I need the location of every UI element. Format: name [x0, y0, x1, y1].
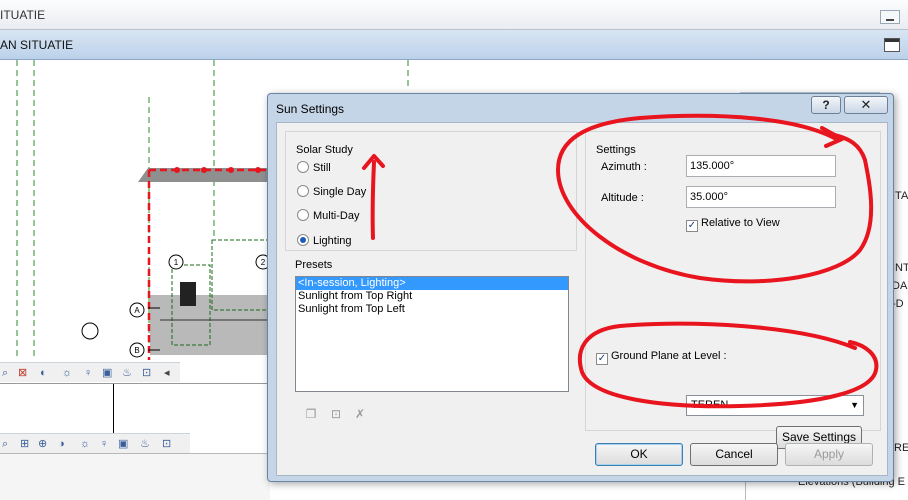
- radio-multi-day[interactable]: Multi-Day: [297, 208, 359, 224]
- solar-study-label: Solar Study: [296, 144, 353, 156]
- duplicate-preset-icon[interactable]: ❐: [303, 406, 319, 422]
- altitude-label: Altitude :: [601, 192, 644, 204]
- dialog-title: Sun Settings: [276, 102, 345, 116]
- solar-study-group: Solar Study Still Single Day Multi-Day L…: [285, 131, 577, 251]
- relative-to-view-check-icon[interactable]: ✓: [686, 220, 698, 232]
- render-icon[interactable]: ▣: [102, 367, 112, 379]
- ok-button[interactable]: OK: [595, 443, 683, 466]
- azimuth-input[interactable]: 135.000°: [686, 155, 836, 177]
- scroll-left-icon[interactable]: ◂: [164, 367, 170, 379]
- preset-sunlight-top-right[interactable]: Sunlight from Top Right: [296, 290, 568, 303]
- zoom-icon[interactable]: ⌕: [2, 438, 8, 450]
- chevron-down-icon[interactable]: ▼: [850, 396, 859, 415]
- cancel-button[interactable]: Cancel: [690, 443, 778, 466]
- maximize-view-button[interactable]: [884, 38, 900, 52]
- radio-single-day[interactable]: Single Day: [297, 184, 366, 200]
- grid-label-1: 1: [174, 258, 179, 267]
- right-edge-text-3: DAF: [892, 280, 908, 292]
- shadow-icon[interactable]: ◑: [58, 438, 65, 450]
- right-edge-text-1: ITA: [892, 190, 908, 202]
- ground-plane-checkbox[interactable]: ✓ Ground Plane at Level :: [596, 350, 727, 365]
- view-divider: [113, 384, 114, 434]
- grid-label-2: 2: [261, 258, 266, 267]
- radio-lighting-dot[interactable]: [297, 234, 309, 246]
- view-control-bar: ⌕ ⊠ ◐ ☼ ♀ ▣ ♨ ⊡ ◂: [0, 362, 180, 382]
- relative-to-view-label: Relative to View: [701, 217, 780, 229]
- radio-single-day-label: Single Day: [313, 186, 367, 198]
- reveal-hidden-icon[interactable]: ⊡: [162, 438, 171, 450]
- azimuth-label: Azimuth :: [601, 161, 647, 173]
- sun-path-icon[interactable]: ☼: [80, 438, 90, 450]
- right-edge-text-5: RE: [894, 442, 908, 454]
- render-icon[interactable]: ▣: [118, 438, 128, 450]
- radio-lighting[interactable]: Lighting: [297, 233, 352, 249]
- lock-icon[interactable]: ⊡: [142, 367, 151, 379]
- radio-multi-day-label: Multi-Day: [313, 210, 360, 222]
- presets-list[interactable]: <In-session, Lighting> Sunlight from Top…: [295, 276, 569, 392]
- view-tab-title[interactable]: AN SITUATIE: [0, 38, 73, 52]
- crop-icon[interactable]: ⊠: [18, 367, 27, 379]
- view-control-bar-secondary: ⌕ ⊞ ⊕ ◑ ☼ ♀ ▣ ♨ ⊡: [0, 433, 190, 453]
- radio-lighting-label: Lighting: [313, 235, 352, 247]
- grid-label-a: A: [134, 306, 140, 315]
- preset-sunlight-top-left[interactable]: Sunlight from Top Left: [296, 303, 568, 316]
- light-bulb-icon[interactable]: ♀: [84, 367, 92, 379]
- app-title: ITUATIE: [0, 8, 46, 22]
- close-button[interactable]: ✕: [844, 96, 888, 114]
- radio-still[interactable]: Still: [297, 160, 331, 176]
- ground-plane-level-value: TEREN: [691, 399, 729, 411]
- delete-preset-icon[interactable]: ✗: [352, 406, 368, 422]
- minimize-button[interactable]: [880, 10, 900, 24]
- detail-level-icon[interactable]: ⊕: [38, 438, 47, 450]
- app-title-bar: ITUATIE: [0, 0, 908, 30]
- light-bulb-icon[interactable]: ♀: [100, 438, 108, 450]
- view-tab-bar: AN SITUATIE: [0, 30, 908, 60]
- ground-plane-level-select[interactable]: TEREN ▼: [686, 395, 864, 416]
- radio-multi-day-dot[interactable]: [297, 209, 309, 221]
- secondary-view[interactable]: [0, 383, 270, 434]
- presets-label: Presets: [295, 259, 333, 271]
- relative-to-view-checkbox[interactable]: ✓ Relative to View: [686, 217, 780, 232]
- sun-settings-dialog: Sun Settings ? ✕ Solar Study Still Singl…: [267, 93, 894, 482]
- radio-still-dot[interactable]: [297, 161, 309, 173]
- preset-in-session-lighting[interactable]: <In-session, Lighting>: [296, 277, 568, 290]
- zoom-icon[interactable]: ⌕: [2, 367, 8, 379]
- ground-plane-label: Ground Plane at Level :: [611, 350, 727, 362]
- ground-plane-check-icon[interactable]: ✓: [596, 353, 608, 365]
- altitude-input[interactable]: 35.000°: [686, 186, 836, 208]
- status-area: [0, 453, 270, 500]
- sun-path-icon[interactable]: ☼: [62, 367, 72, 379]
- temporary-hide-icon[interactable]: ♨: [140, 438, 150, 450]
- rename-preset-icon[interactable]: ⊡: [328, 406, 344, 422]
- visual-style-icon[interactable]: ⊞: [20, 438, 29, 450]
- right-edge-text-2: INT: [892, 262, 908, 274]
- shadow-icon[interactable]: ◐: [40, 367, 47, 379]
- temporary-hide-icon[interactable]: ♨: [122, 367, 132, 379]
- radio-single-day-dot[interactable]: [297, 185, 309, 197]
- help-button[interactable]: ?: [811, 96, 841, 114]
- apply-button[interactable]: Apply: [785, 443, 873, 466]
- settings-label: Settings: [596, 144, 636, 156]
- dialog-body: Solar Study Still Single Day Multi-Day L…: [276, 122, 888, 476]
- radio-still-label: Still: [313, 162, 331, 174]
- grid-label-b: B: [134, 346, 139, 355]
